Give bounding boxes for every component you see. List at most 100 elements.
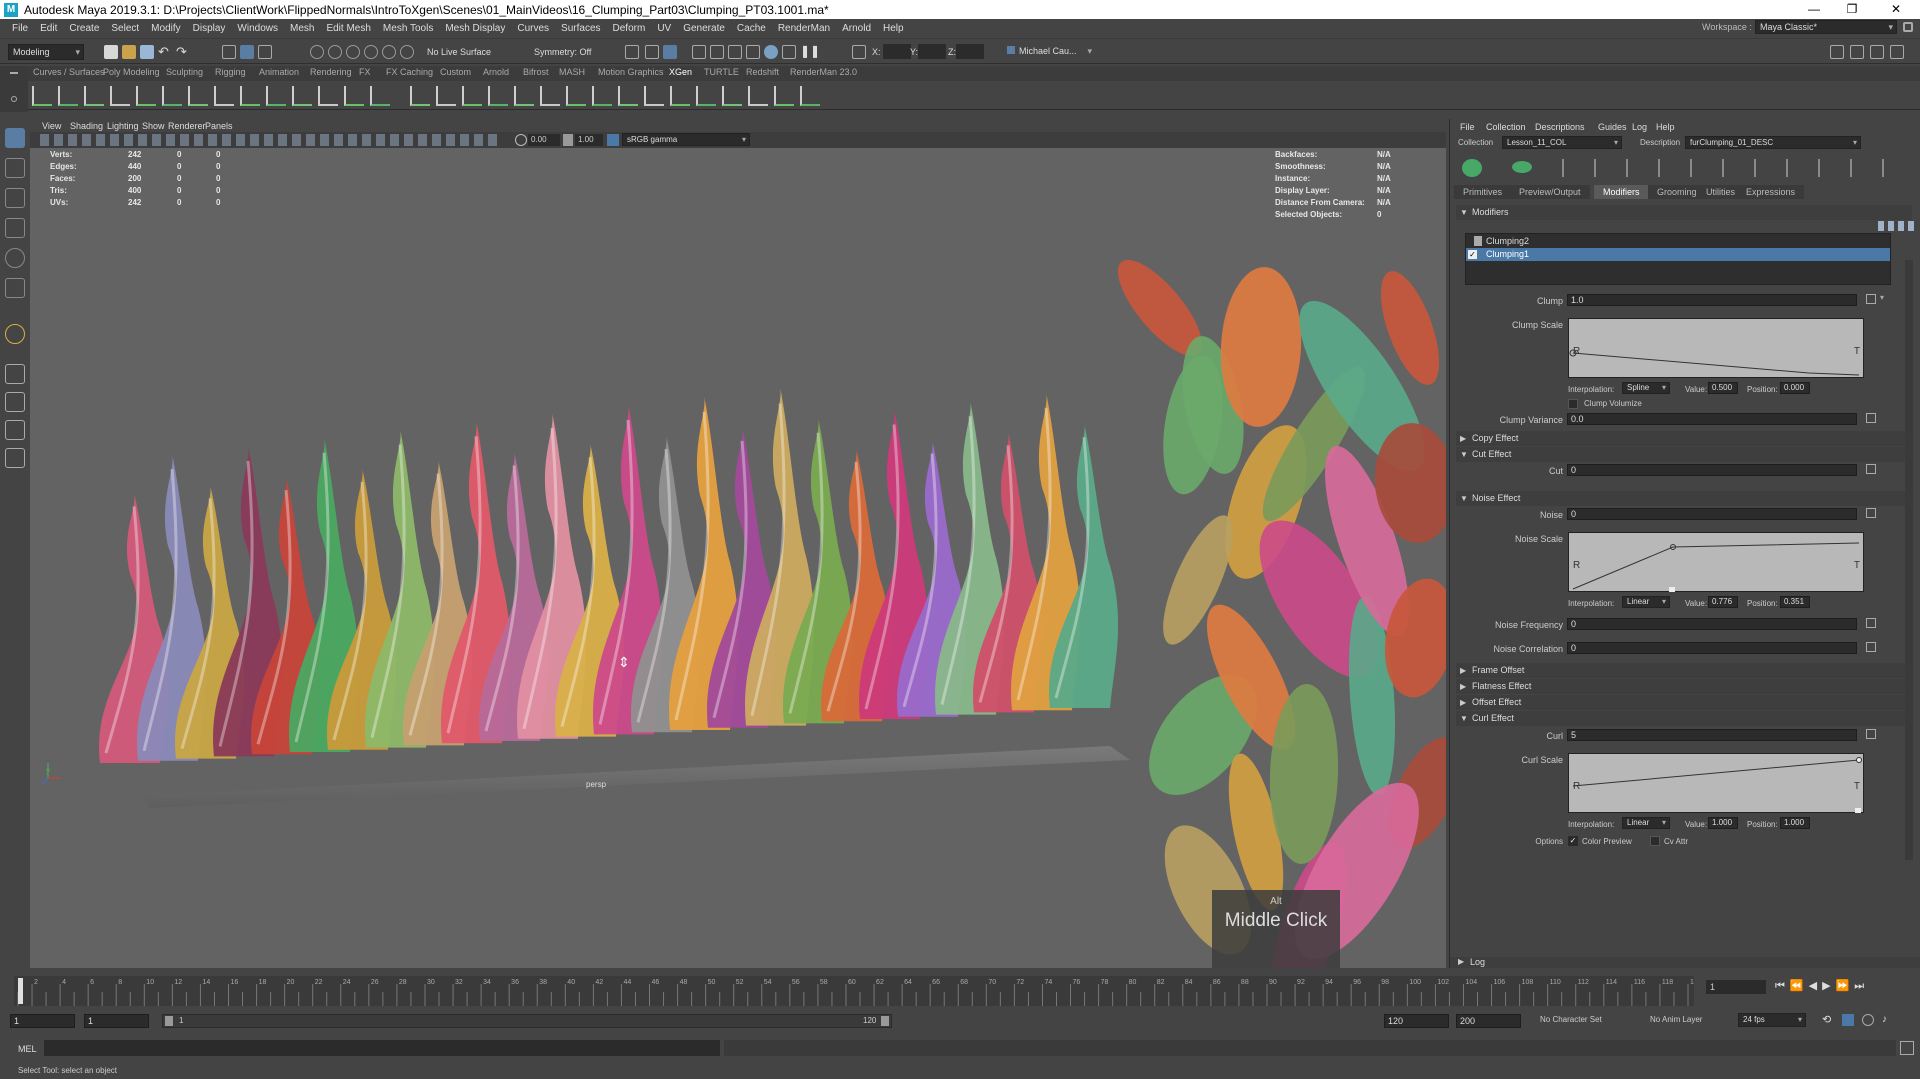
- expression-icon[interactable]: [1866, 642, 1876, 652]
- curl-value-field[interactable]: 1.000: [1708, 817, 1738, 829]
- cut-effect-header[interactable]: ▼ Cut Effect: [1456, 447, 1912, 462]
- copy-effect-header[interactable]: ▶ Copy Effect: [1456, 431, 1912, 446]
- fps-dropdown[interactable]: 24 fps: [1738, 1013, 1806, 1027]
- script-language-label[interactable]: MEL: [18, 1044, 37, 1054]
- render-region-icon[interactable]: [625, 45, 639, 59]
- curl-field[interactable]: 5: [1567, 729, 1857, 741]
- hypershade-icon[interactable]: [728, 45, 742, 59]
- snap-surface-icon[interactable]: [382, 45, 396, 59]
- render-sequence-icon[interactable]: [782, 45, 796, 59]
- create-patch-icon[interactable]: [1512, 161, 1532, 173]
- curl-scale-ramp[interactable]: RT: [1568, 753, 1864, 813]
- four-pane-layout-icon[interactable]: [5, 392, 25, 412]
- noise-effect-header[interactable]: ▼ Noise Effect: [1456, 491, 1912, 506]
- panel-tool-icons[interactable]: [40, 134, 500, 146]
- range-start-handle[interactable]: [165, 1016, 173, 1026]
- save-scene-icon[interactable]: [140, 45, 154, 59]
- xgen-shelf-icon[interactable]: [136, 86, 156, 106]
- noise-interp-dropdown[interactable]: Linear: [1622, 596, 1670, 608]
- anim-layer-label[interactable]: No Anim Layer: [1650, 1015, 1702, 1024]
- xgen-shelf-icon[interactable]: [58, 86, 78, 106]
- description-dropdown[interactable]: furClumping_01_DESC: [1685, 136, 1861, 149]
- z-field[interactable]: [956, 44, 984, 59]
- modifier-tool-icons[interactable]: [1878, 221, 1914, 231]
- xgen-tab-modifiers[interactable]: Modifiers: [1594, 185, 1649, 199]
- checkbox-icon[interactable]: ✓: [1468, 250, 1477, 259]
- workspace-dropdown[interactable]: Maya Classic*: [1755, 20, 1897, 34]
- menu-help[interactable]: Help: [877, 23, 910, 34]
- user-account-dropdown[interactable]: Michael Cau...: [1003, 44, 1095, 60]
- shelf-tab-renderman-23-0[interactable]: RenderMan 23.0: [790, 67, 857, 77]
- color-management-icon[interactable]: [607, 134, 619, 146]
- last-tool-icon[interactable]: [5, 324, 25, 344]
- xgen-tab-primitives[interactable]: Primitives: [1454, 185, 1512, 199]
- render-view-icon[interactable]: [645, 45, 659, 59]
- menuset-dropdown[interactable]: Modeling: [8, 44, 84, 60]
- xgen-shelf-icon[interactable]: [410, 86, 430, 106]
- rotate-tool-icon[interactable]: [5, 248, 25, 268]
- anim-prefs-icon[interactable]: [1862, 1014, 1874, 1026]
- menu-deform[interactable]: Deform: [607, 23, 652, 34]
- current-frame-field[interactable]: 1: [1706, 980, 1766, 994]
- xgen-shelf-icon[interactable]: [188, 86, 208, 106]
- xgen-shelf-icon[interactable]: [344, 86, 364, 106]
- menu-windows[interactable]: Windows: [231, 23, 284, 34]
- offset-effect-header[interactable]: ▶ Offset Effect: [1456, 695, 1912, 710]
- sound-icon[interactable]: ♪: [1882, 1014, 1894, 1026]
- menu-create[interactable]: Create: [63, 23, 105, 34]
- clump-field[interactable]: 1.0: [1567, 294, 1857, 306]
- menu-uv[interactable]: UV: [651, 23, 677, 34]
- playback-controls[interactable]: ⏮⏪◀▶⏩⏭: [1775, 979, 1915, 995]
- expression-icon[interactable]: [1866, 413, 1876, 423]
- y-field[interactable]: [918, 44, 946, 59]
- xgen-shelf-icon[interactable]: [214, 86, 234, 106]
- range-slider[interactable]: 1 120: [162, 1014, 892, 1028]
- two-pane-layout-icon[interactable]: [5, 420, 25, 440]
- xgen-shelf-icon[interactable]: [240, 86, 260, 106]
- redo-icon[interactable]: ↷: [176, 45, 190, 59]
- current-frame-marker[interactable]: [18, 978, 23, 1004]
- collection-dropdown[interactable]: Lesson_11_COL: [1502, 136, 1622, 149]
- clump-scale-ramp[interactable]: RT: [1568, 318, 1864, 378]
- xgen-shelf-icon[interactable]: [370, 86, 390, 106]
- xgen-shelf-icon[interactable]: [670, 86, 690, 106]
- groom-tool-icons[interactable]: [1562, 159, 1892, 177]
- xgen-shelf-icon[interactable]: [110, 86, 130, 106]
- symmetry-label[interactable]: Symmetry: Off: [534, 47, 591, 57]
- menu-renderman[interactable]: RenderMan: [772, 23, 836, 34]
- xgen-shelf-icon[interactable]: [84, 86, 104, 106]
- shelf-tab-rendering[interactable]: Rendering: [310, 67, 352, 77]
- shelf-tab-bifrost[interactable]: Bifrost: [523, 67, 549, 77]
- tool-settings-icon[interactable]: [1870, 45, 1884, 59]
- snap-curve-icon[interactable]: [328, 45, 342, 59]
- new-scene-icon[interactable]: [104, 45, 118, 59]
- pause-icon[interactable]: ❚❚: [800, 45, 820, 59]
- noise-field[interactable]: 0: [1567, 508, 1857, 520]
- expression-icon[interactable]: [1866, 508, 1876, 518]
- xgen-shelf-icon[interactable]: [318, 86, 338, 106]
- flatness-effect-header[interactable]: ▶ Flatness Effect: [1456, 679, 1912, 694]
- minimize-button[interactable]: —: [1796, 0, 1832, 19]
- scale-tool-icon[interactable]: [5, 278, 25, 298]
- curl-effect-header[interactable]: ▼ Curl Effect: [1456, 711, 1912, 726]
- maximize-button[interactable]: ❐: [1834, 0, 1870, 19]
- expression-icon[interactable]: [1866, 729, 1876, 739]
- time-slider[interactable]: 2 4 6 8 10 12 14 16 18 20 22 24 26 28 30 32 34 36 38 40 42 44…: [0, 968, 1920, 1008]
- xgen-shelf-icon[interactable]: [292, 86, 312, 106]
- frame-offset-header[interactable]: ▶ Frame Offset: [1456, 663, 1912, 678]
- menu-generate[interactable]: Generate: [677, 23, 731, 34]
- viewport-persp[interactable]: y Verts:24200Edges:44000Faces:20000Tris:…: [30, 148, 1446, 968]
- shelf-tab-arnold[interactable]: Arnold: [483, 67, 509, 77]
- menu-curves[interactable]: Curves: [511, 23, 555, 34]
- xgen-shelf-icon[interactable]: [488, 86, 508, 106]
- shelf-tab-redshift[interactable]: Redshift: [746, 67, 779, 77]
- menu-mesh-tools[interactable]: Mesh Tools: [377, 23, 439, 34]
- log-section-header[interactable]: ▶ Log: [1450, 957, 1920, 968]
- auto-key-icon[interactable]: [1842, 1014, 1854, 1026]
- xgen-shelf-icon[interactable]: [514, 86, 534, 106]
- single-pane-layout-icon[interactable]: [5, 364, 25, 384]
- clump-interp-dropdown[interactable]: Spline: [1622, 382, 1670, 394]
- menu-display[interactable]: Display: [187, 23, 232, 34]
- xgen-shelf-icon[interactable]: [722, 86, 742, 106]
- playback-end-field[interactable]: 120: [1384, 1014, 1449, 1028]
